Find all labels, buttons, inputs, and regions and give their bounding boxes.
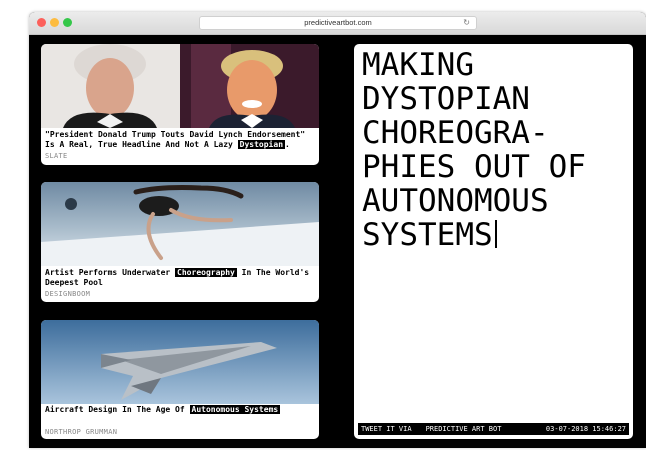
article-headline[interactable]: "President Donald Trump Touts David Lync… [45, 130, 315, 150]
panel-footer: TWEET IT VIA PREDICTIVE ART BOT 03-07-20… [358, 423, 629, 435]
article-source: DESIGNBOOM [45, 290, 91, 298]
zoom-window-button[interactable] [63, 18, 72, 27]
article-image-underwater-dancer [41, 182, 319, 266]
close-window-button[interactable] [37, 18, 46, 27]
bot-name: PREDICTIVE ART BOT [425, 425, 502, 433]
article-card-underwater[interactable]: Artist Performs Underwater Choreography … [41, 182, 319, 302]
article-source: SLATE [45, 152, 68, 160]
tweet-link[interactable]: TWEET IT VIA [361, 423, 412, 435]
article-card-lynch-trump[interactable]: "President Donald Trump Touts David Lync… [41, 44, 319, 165]
minimize-window-button[interactable] [50, 18, 59, 27]
headline-text: Artist Performs Underwater [45, 268, 176, 277]
text-cursor [494, 220, 497, 248]
timestamp: 03-07-2018 15:46:27 [545, 425, 626, 433]
address-bar[interactable]: predictiveartbot.com ↻ [199, 16, 477, 30]
browser-window: predictiveartbot.com ↻ "President Donald… [29, 12, 646, 448]
article-headline[interactable]: Artist Performs Underwater Choreography … [45, 268, 315, 288]
headline-text: Aircraft Design In The Age Of [45, 405, 190, 414]
article-card-aircraft[interactable]: Aircraft Design In The Age Of Autonomous… [41, 320, 319, 439]
headline-keyword-highlight: Dystopian [237, 140, 286, 149]
article-image-drone [41, 320, 319, 404]
article-image-portraits [41, 44, 319, 128]
article-headline[interactable]: Aircraft Design In The Age Of Autonomous… [45, 405, 315, 415]
reload-icon[interactable]: ↻ [463, 18, 470, 28]
generated-title-panel: MAKING DYSTOPIAN CHOREOGRA- PHIES OUT OF… [354, 44, 633, 439]
headline-keyword-highlight: Choreography [175, 268, 237, 277]
browser-titlebar: predictiveartbot.com ↻ [29, 12, 646, 35]
url-text: predictiveartbot.com [304, 18, 372, 27]
headline-text-end: . [285, 140, 290, 149]
generated-title: MAKING DYSTOPIAN CHOREOGRA- PHIES OUT OF… [362, 48, 627, 252]
generated-title-text: MAKING DYSTOPIAN CHOREOGRA- PHIES OUT OF… [362, 47, 586, 253]
headline-keyword-highlight: Autonomous Systems [189, 405, 281, 414]
article-source: NORTHROP GRUMMAN [45, 428, 118, 436]
